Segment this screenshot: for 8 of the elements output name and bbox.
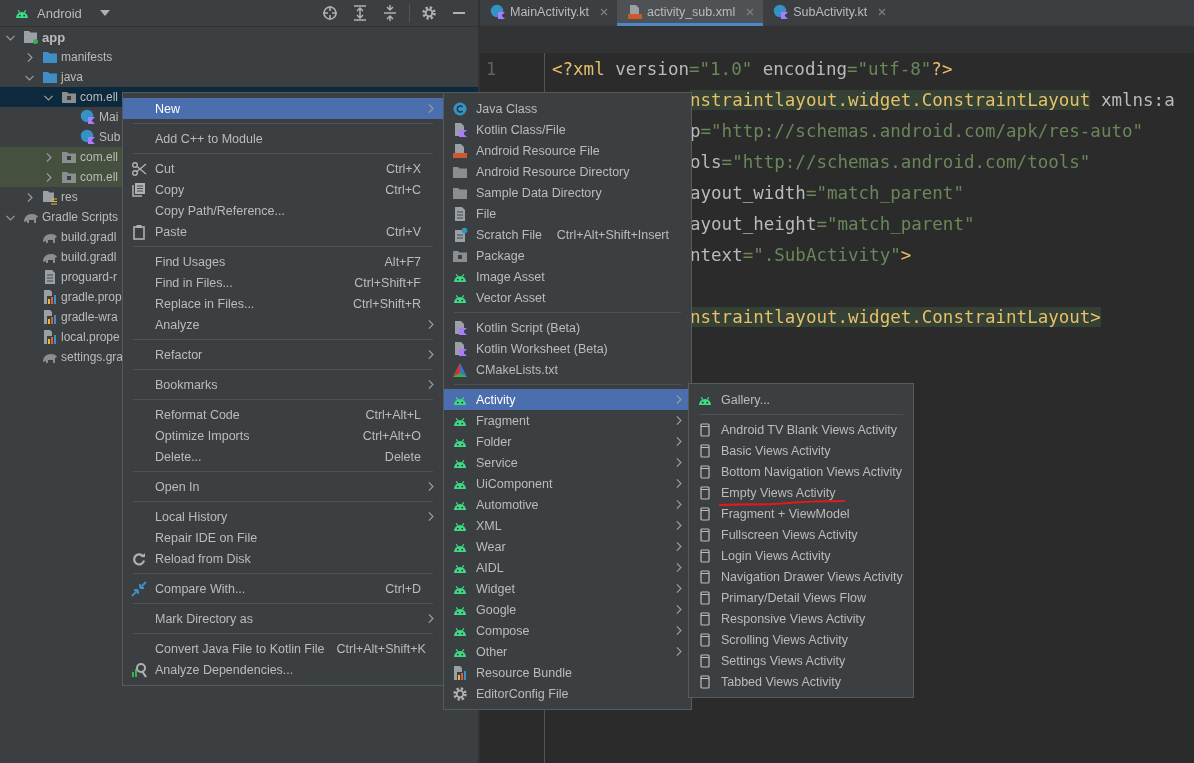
code-line: <?xml version="1.0" encoding="utf-8"?>: [552, 59, 953, 79]
code-line: ayout_height="match_parent": [690, 214, 975, 234]
code-line: nstraintlayout.widget.ConstraintLayout xmlns:a: [690, 90, 1175, 110]
code-line: ols="http://schemas.android.com/tools": [690, 152, 1091, 172]
line-number: 1: [486, 59, 497, 79]
code-line: ayout_width="match_parent": [690, 183, 964, 203]
code-line: p="http://schemas.android.com/apk/res-auto": [690, 121, 1144, 141]
code-line: ntext=".SubActivity">: [690, 245, 912, 265]
